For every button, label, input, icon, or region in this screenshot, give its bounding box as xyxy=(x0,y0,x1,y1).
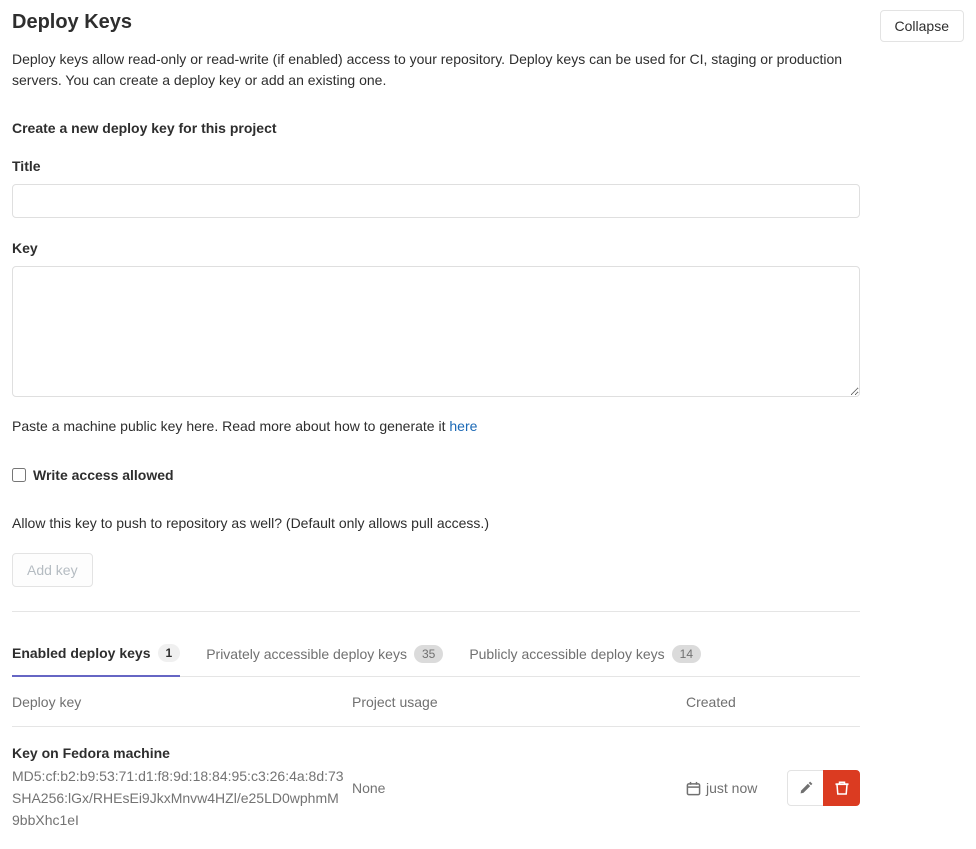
deploy-key-title: Key on Fedora machine xyxy=(12,745,346,761)
created-at-text: just now xyxy=(706,780,757,796)
write-access-label[interactable]: Write access allowed xyxy=(33,467,174,483)
edit-key-button[interactable] xyxy=(787,770,824,806)
column-header-created: Created xyxy=(686,694,860,710)
tab-label: Publicly accessible deploy keys xyxy=(469,646,664,662)
deploy-key-info: Key on Fedora machine MD5:cf:b2:b9:53:71… xyxy=(12,745,352,831)
tab-publicly-accessible-deploy-keys[interactable]: Publicly accessible deploy keys 14 xyxy=(469,632,701,676)
delete-key-button[interactable] xyxy=(823,770,860,806)
column-header-deploy-key: Deploy key xyxy=(12,694,352,710)
fingerprint-md5: MD5:cf:b2:b9:53:71:d1:f8:9d:18:84:95:c3:… xyxy=(12,768,344,784)
tab-enabled-deploy-keys[interactable]: Enabled deploy keys 1 xyxy=(12,632,180,677)
deploy-key-row: Key on Fedora machine MD5:cf:b2:b9:53:71… xyxy=(12,727,860,849)
generate-key-link[interactable]: here xyxy=(449,418,477,434)
title-label: Title xyxy=(12,158,860,174)
keys-table-header: Deploy key Project usage Created xyxy=(12,677,860,727)
write-access-checkbox[interactable] xyxy=(12,468,26,482)
page-header: Deploy Keys Collapse xyxy=(12,0,964,42)
project-usage-value: None xyxy=(352,780,686,796)
deploy-key-fingerprints: MD5:cf:b2:b9:53:71:d1:f8:9d:18:84:95:c3:… xyxy=(12,765,346,831)
tab-label: Enabled deploy keys xyxy=(12,645,151,661)
trash-icon xyxy=(834,780,850,796)
write-access-help: Allow this key to push to repository as … xyxy=(12,513,860,533)
created-at: just now xyxy=(686,780,757,796)
page-title: Deploy Keys xyxy=(12,10,132,34)
deploy-key-meta: just now xyxy=(686,770,860,806)
key-actions xyxy=(787,770,860,806)
collapse-button[interactable]: Collapse xyxy=(880,10,964,42)
tab-label: Privately accessible deploy keys xyxy=(206,646,407,662)
new-deploy-key-form: Create a new deploy key for this project… xyxy=(12,120,860,849)
tab-count-badge: 1 xyxy=(158,644,181,662)
pencil-icon xyxy=(798,780,814,796)
page-description: Deploy keys allow read-only or read-writ… xyxy=(12,49,860,91)
column-header-project-usage: Project usage xyxy=(352,694,686,710)
add-key-button[interactable]: Add key xyxy=(12,553,93,587)
key-textarea[interactable] xyxy=(12,266,860,397)
key-label: Key xyxy=(12,240,860,256)
tab-privately-accessible-deploy-keys[interactable]: Privately accessible deploy keys 35 xyxy=(206,632,443,676)
key-hint-text: Paste a machine public key here. Read mo… xyxy=(12,418,449,434)
tab-count-badge: 14 xyxy=(672,645,701,663)
deploy-keys-tabs: Enabled deploy keys 1 Privately accessib… xyxy=(12,632,860,677)
fingerprint-sha256: SHA256:lGx/RHEsEi9JkxMnvw4HZl/e25LD0wphm… xyxy=(12,790,339,828)
key-hint: Paste a machine public key here. Read mo… xyxy=(12,416,860,436)
tab-count-badge: 35 xyxy=(414,645,443,663)
form-heading: Create a new deploy key for this project xyxy=(12,120,860,136)
section-divider xyxy=(12,611,860,612)
title-input[interactable] xyxy=(12,184,860,218)
deploy-keys-settings-page: Deploy Keys Collapse Deploy keys allow r… xyxy=(0,0,976,849)
calendar-icon xyxy=(686,781,701,796)
write-access-row: Write access allowed xyxy=(12,467,860,483)
